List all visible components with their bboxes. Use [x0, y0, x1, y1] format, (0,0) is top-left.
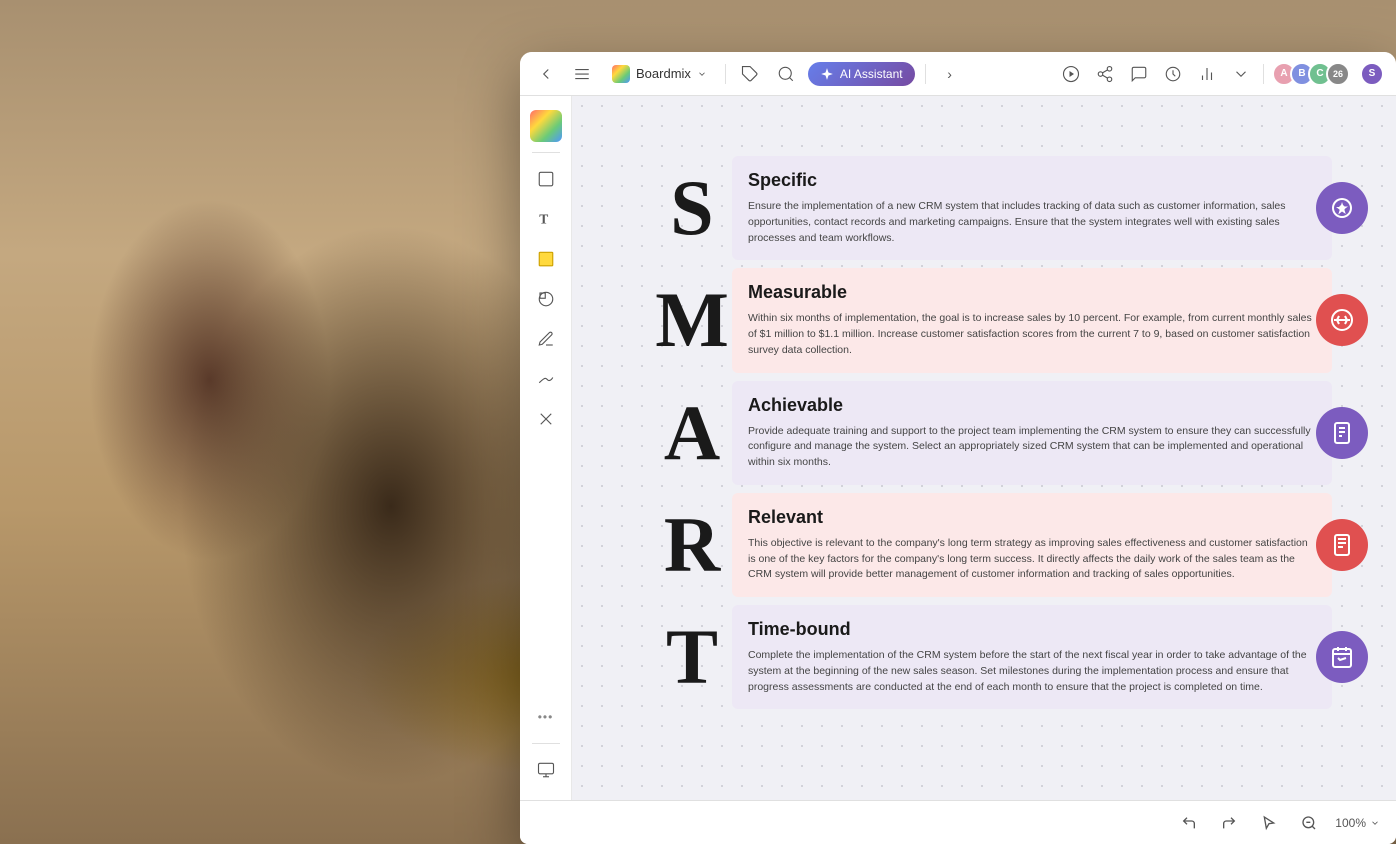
sidebar-sep-2: [532, 743, 560, 744]
text-timebound: Complete the implementation of the CRM s…: [748, 648, 1316, 695]
letter-a: A: [664, 394, 720, 472]
letter-m: M: [655, 281, 729, 359]
settings-tool[interactable]: [528, 752, 564, 788]
ai-assistant-label: AI Assistant: [840, 67, 903, 81]
menu-button[interactable]: [568, 60, 596, 88]
canvas-area[interactable]: S Specific Ensure the implementation of …: [572, 96, 1396, 800]
pen-tool[interactable]: [528, 321, 564, 357]
letter-t: T: [666, 618, 718, 696]
smart-section-specific: S Specific Ensure the implementation of …: [652, 156, 1332, 260]
smart-section-timebound: T Time-bound Complete the implementation…: [652, 605, 1332, 709]
more-tools-button[interactable]: •••: [528, 699, 564, 735]
comment-button[interactable]: [1125, 60, 1153, 88]
letter-s: S: [670, 169, 713, 247]
boardmix-logo[interactable]: Boardmix: [604, 61, 715, 87]
smart-section-achievable: A Achievable Provide adequate training a…: [652, 381, 1332, 485]
current-user-avatar: S: [1360, 62, 1384, 86]
connector-tool[interactable]: [528, 401, 564, 437]
left-sidebar: T •••: [520, 96, 572, 800]
chart-button[interactable]: [1193, 60, 1221, 88]
more-button[interactable]: ›: [936, 60, 964, 88]
toolbar-right: A B C 26 S: [1057, 60, 1384, 88]
search-button[interactable]: [772, 60, 800, 88]
bottom-bar: 100%: [520, 800, 1396, 844]
frame-tool[interactable]: [528, 161, 564, 197]
heading-achievable: Achievable: [748, 395, 1316, 416]
cursor-button[interactable]: [1255, 809, 1283, 837]
letter-col-a: A: [652, 381, 732, 485]
color-picker-icon: [530, 110, 562, 142]
letter-r: R: [664, 506, 720, 584]
sidebar-sep-1: [532, 152, 560, 153]
sidebar-bottom: •••: [528, 699, 564, 788]
boardmix-label: Boardmix: [636, 66, 691, 81]
share-button[interactable]: [1091, 60, 1119, 88]
browser-body: T •••: [520, 96, 1396, 800]
color-picker-tool[interactable]: [528, 108, 564, 144]
play-button[interactable]: [1057, 60, 1085, 88]
shape-tool[interactable]: [528, 281, 564, 317]
card-measurable: Measurable Within six months of implemen…: [732, 268, 1332, 372]
card-relevant: Relevant This objective is relevant to t…: [732, 493, 1332, 597]
card-achievable: Achievable Provide adequate training and…: [732, 381, 1332, 485]
badge-timebound: [1316, 631, 1368, 683]
undo-button[interactable]: [1175, 809, 1203, 837]
tag-button[interactable]: [736, 60, 764, 88]
badge-measurable: [1316, 294, 1368, 346]
avatar-count: 26: [1326, 62, 1350, 86]
toolbar-divider-1: [725, 64, 726, 84]
redo-button[interactable]: [1215, 809, 1243, 837]
back-button[interactable]: [532, 60, 560, 88]
smart-section-relevant: R Relevant This objective is relevant to…: [652, 493, 1332, 597]
toolbar-divider-2: [925, 64, 926, 84]
draw-tool[interactable]: [528, 361, 564, 397]
text-achievable: Provide adequate training and support to…: [748, 424, 1316, 471]
heading-timebound: Time-bound: [748, 619, 1316, 640]
ai-assistant-button[interactable]: AI Assistant: [808, 62, 915, 86]
note-tool[interactable]: [528, 241, 564, 277]
card-timebound: Time-bound Complete the implementation o…: [732, 605, 1332, 709]
badge-specific: [1316, 182, 1368, 234]
letter-col-s: S: [652, 156, 732, 260]
browser-window: Boardmix AI Assistant ›: [520, 52, 1396, 844]
badge-relevant: [1316, 519, 1368, 571]
badge-achievable: [1316, 407, 1368, 459]
card-specific: Specific Ensure the implementation of a …: [732, 156, 1332, 260]
zoom-display[interactable]: 100%: [1335, 816, 1380, 830]
svg-text:T: T: [539, 212, 548, 227]
text-specific: Ensure the implementation of a new CRM s…: [748, 199, 1316, 246]
letter-col-t: T: [652, 605, 732, 709]
more-options-button[interactable]: [1227, 60, 1255, 88]
text-measurable: Within six months of implementation, the…: [748, 311, 1316, 358]
zoom-out-button[interactable]: [1295, 809, 1323, 837]
heading-specific: Specific: [748, 170, 1316, 191]
letter-col-m: M: [652, 268, 732, 372]
zoom-level: 100%: [1335, 816, 1366, 830]
text-relevant: This objective is relevant to the compan…: [748, 536, 1316, 583]
smart-goals-content: S Specific Ensure the implementation of …: [652, 156, 1332, 717]
heading-measurable: Measurable: [748, 282, 1316, 303]
toolbar-divider-3: [1263, 64, 1264, 84]
avatar-stack: A B C 26: [1272, 62, 1350, 86]
letter-col-r: R: [652, 493, 732, 597]
text-tool[interactable]: T: [528, 201, 564, 237]
timer-button[interactable]: [1159, 60, 1187, 88]
heading-relevant: Relevant: [748, 507, 1316, 528]
smart-section-measurable: M Measurable Within six months of implem…: [652, 268, 1332, 372]
boardmix-logo-icon: [612, 65, 630, 83]
browser-toolbar: Boardmix AI Assistant ›: [520, 52, 1396, 96]
